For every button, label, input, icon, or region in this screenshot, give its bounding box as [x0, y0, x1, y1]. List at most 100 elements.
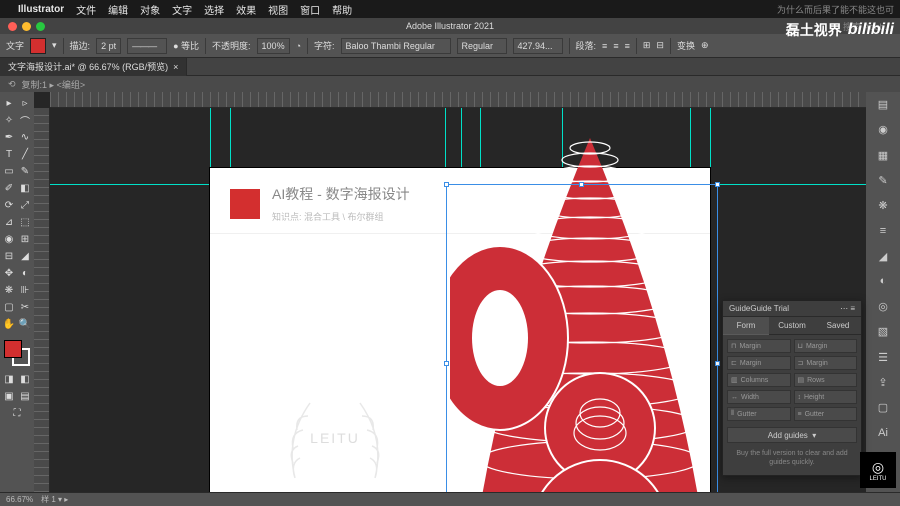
- rectangle-tool[interactable]: ▭: [2, 164, 17, 179]
- menu-file[interactable]: 文件: [76, 2, 96, 17]
- height-input[interactable]: ↕ Height: [794, 390, 858, 404]
- rows-input[interactable]: ▤ Rows: [794, 373, 858, 387]
- symbols-panel-icon[interactable]: ❋: [873, 197, 893, 214]
- breadcrumb-path[interactable]: 复制:1 ▸ <编组>: [22, 78, 86, 91]
- direct-selection-tool[interactable]: ▹: [18, 96, 33, 111]
- eraser-tool[interactable]: ◧: [18, 181, 33, 196]
- draw-behind-icon[interactable]: ▤: [18, 389, 33, 404]
- lasso-tool[interactable]: ⌒: [18, 113, 33, 128]
- align-objects-icon[interactable]: ⊞: [643, 40, 651, 51]
- gutter-h-input[interactable]: ⦀ Gutter: [727, 407, 791, 421]
- app-name[interactable]: Illustrator: [18, 4, 64, 15]
- blend-tool[interactable]: ◐: [18, 266, 33, 281]
- add-guides-button[interactable]: Add guides ▾: [727, 427, 857, 443]
- menu-select[interactable]: 选择: [204, 2, 224, 17]
- color-mode-icon[interactable]: ◨: [2, 372, 17, 387]
- zoom-tool[interactable]: 🔍: [18, 317, 33, 332]
- tab-form[interactable]: Form: [723, 317, 769, 335]
- pin-icon[interactable]: ⊕: [701, 40, 709, 51]
- shape-builder-tool[interactable]: ◉: [2, 232, 17, 247]
- margin-bottom-input[interactable]: ⊔ Margin: [794, 339, 858, 353]
- menu-effect[interactable]: 效果: [236, 2, 256, 17]
- menu-view[interactable]: 视图: [268, 2, 288, 17]
- font-size-input[interactable]: 427.94...: [513, 38, 563, 54]
- properties-panel-icon[interactable]: ▤: [873, 96, 893, 113]
- zoom-level[interactable]: 66.67%: [6, 495, 33, 504]
- fx-icon[interactable]: ◔: [296, 41, 301, 51]
- minimize-window-button[interactable]: [22, 22, 31, 31]
- selection-bounding-box[interactable]: [446, 184, 718, 492]
- stroke-weight-input[interactable]: 2 pt: [96, 38, 121, 54]
- hand-tool[interactable]: ✋: [2, 317, 17, 332]
- gradient-panel-icon[interactable]: ◢: [873, 248, 893, 265]
- close-window-button[interactable]: [8, 22, 17, 31]
- menu-help[interactable]: 帮助: [332, 2, 352, 17]
- gradient-tool[interactable]: ◢: [18, 249, 33, 264]
- align-left-icon[interactable]: ≡: [602, 41, 607, 51]
- asset-export-panel-icon[interactable]: ⇪: [873, 374, 893, 391]
- tab-custom[interactable]: Custom: [769, 317, 815, 335]
- libraries-panel-icon[interactable]: Ai: [873, 424, 893, 441]
- eyedropper-tool[interactable]: ✥: [2, 266, 17, 281]
- fill-color[interactable]: [4, 340, 22, 358]
- line-tool[interactable]: ╱: [18, 147, 33, 162]
- appearance-panel-icon[interactable]: ◎: [873, 298, 893, 315]
- transparency-panel-icon[interactable]: ◐: [873, 273, 893, 290]
- type-tool[interactable]: T: [2, 147, 17, 162]
- mesh-tool[interactable]: ⊟: [2, 249, 17, 264]
- draw-normal-icon[interactable]: ▣: [2, 389, 17, 404]
- chevron-down-icon[interactable]: ▾: [52, 40, 57, 51]
- screen-mode-icon[interactable]: ⛶: [10, 406, 25, 421]
- rotate-tool[interactable]: ⟳: [2, 198, 17, 213]
- align-right-icon[interactable]: ≡: [625, 41, 630, 51]
- isolation-back-icon[interactable]: ⟲: [8, 79, 16, 90]
- opacity-input[interactable]: 100%: [257, 38, 290, 54]
- color-panel-icon[interactable]: ◉: [873, 121, 893, 138]
- scale-tool[interactable]: ⤢: [18, 198, 33, 213]
- swatches-panel-icon[interactable]: ▦: [873, 147, 893, 164]
- columns-input[interactable]: ▥ Columns: [727, 373, 791, 387]
- zoom-window-button[interactable]: [36, 22, 45, 31]
- width-input[interactable]: ↔ Width: [727, 390, 791, 404]
- menu-object[interactable]: 对象: [140, 2, 160, 17]
- gutter-v-input[interactable]: ≡ Gutter: [794, 407, 858, 421]
- curvature-tool[interactable]: ∿: [18, 130, 33, 145]
- shaper-tool[interactable]: ✐: [2, 181, 17, 196]
- status-info[interactable]: 样 1 ▾ ▸: [41, 494, 68, 505]
- gradient-mode-icon[interactable]: ◧: [18, 372, 33, 387]
- menu-window[interactable]: 窗口: [300, 2, 320, 17]
- margin-right-input[interactable]: ⊐ Margin: [794, 356, 858, 370]
- fill-stroke-control[interactable]: [4, 340, 30, 366]
- font-style-select[interactable]: Regular: [457, 38, 507, 54]
- font-family-select[interactable]: Baloo Thambi Regular: [341, 38, 451, 54]
- graphic-styles-panel-icon[interactable]: ▧: [873, 323, 893, 340]
- artboard-tool[interactable]: ▢: [2, 300, 17, 315]
- stroke-dash-select[interactable]: ———: [127, 38, 167, 54]
- brushes-panel-icon[interactable]: ✎: [873, 172, 893, 189]
- pen-tool[interactable]: ✒: [2, 130, 17, 145]
- panel-menu-icon[interactable]: ⋯ ≡: [840, 304, 855, 313]
- slice-tool[interactable]: ✂: [18, 300, 33, 315]
- fill-swatch[interactable]: [30, 38, 46, 54]
- distribute-icon[interactable]: ⊟: [656, 40, 664, 51]
- margin-left-input[interactable]: ⊏ Margin: [727, 356, 791, 370]
- tab-saved[interactable]: Saved: [815, 317, 861, 335]
- stroke-panel-icon[interactable]: ≡: [873, 222, 893, 239]
- document-tab[interactable]: 文字海报设计.ai* @ 66.67% (RGB/预览) ×: [0, 58, 187, 76]
- perspective-tool[interactable]: ⊞: [18, 232, 33, 247]
- free-transform-tool[interactable]: ⬚: [18, 215, 33, 230]
- menu-edit[interactable]: 编辑: [108, 2, 128, 17]
- guideguide-panel[interactable]: GuideGuide Trial ⋯ ≡ Form Custom Saved ⊓…: [722, 300, 862, 476]
- menu-type[interactable]: 文字: [172, 2, 192, 17]
- selection-tool[interactable]: ▸: [2, 96, 17, 111]
- align-center-icon[interactable]: ≡: [613, 41, 618, 51]
- symbol-sprayer-tool[interactable]: ❋: [2, 283, 17, 298]
- width-tool[interactable]: ⊿: [2, 215, 17, 230]
- horizontal-ruler[interactable]: [50, 92, 866, 108]
- layers-panel-icon[interactable]: ☰: [873, 349, 893, 366]
- vertical-ruler[interactable]: [34, 108, 50, 492]
- margin-top-input[interactable]: ⊓ Margin: [727, 339, 791, 353]
- paintbrush-tool[interactable]: ✎: [18, 164, 33, 179]
- magic-wand-tool[interactable]: ✧: [2, 113, 17, 128]
- graph-tool[interactable]: ⊪: [18, 283, 33, 298]
